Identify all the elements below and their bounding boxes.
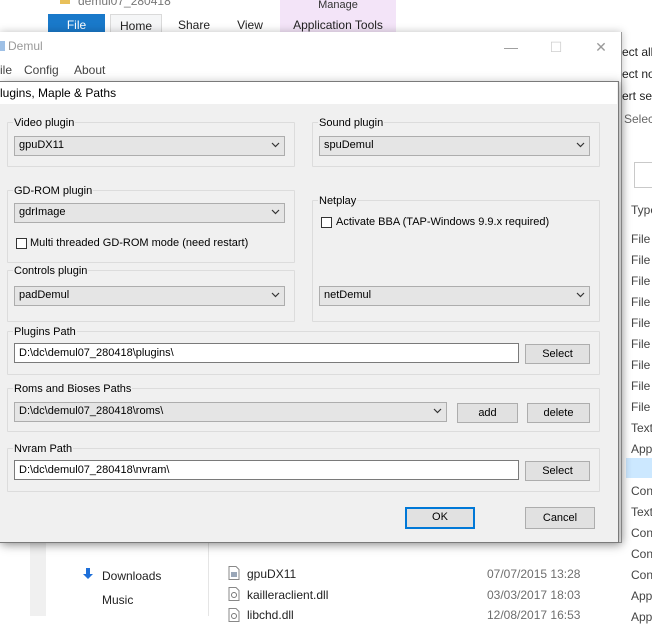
cancel-button[interactable]: Cancel bbox=[525, 507, 595, 529]
chevron-down-icon bbox=[271, 292, 280, 298]
type-cell: App bbox=[631, 589, 652, 603]
nvram-path-label: Nvram Path bbox=[13, 443, 74, 455]
file-date: 07/07/2015 13:28 bbox=[487, 567, 581, 581]
video-plugin-label: Video plugin bbox=[13, 117, 76, 129]
file-icon bbox=[228, 566, 240, 580]
type-cell: Text bbox=[631, 505, 652, 519]
nav-item-music[interactable]: Music bbox=[102, 593, 133, 607]
dll-file-icon bbox=[228, 587, 240, 601]
dialog-title: lugins, Maple & Paths bbox=[0, 86, 117, 100]
maximize-button[interactable]: ☐ bbox=[533, 32, 579, 62]
type-cell: Text bbox=[631, 421, 652, 435]
type-cell: Con bbox=[631, 484, 652, 498]
ribbon-manage-label: Manage bbox=[280, 0, 396, 14]
controls-plugin-label: Controls plugin bbox=[13, 265, 89, 277]
type-cell: File bbox=[631, 232, 651, 246]
file-name[interactable]: libchd.dll bbox=[247, 608, 294, 622]
chevron-down-icon bbox=[576, 292, 585, 298]
file-date: 12/08/2017 16:53 bbox=[487, 608, 581, 622]
video-plugin-value: gpuDX11 bbox=[19, 139, 65, 151]
multithread-gdrom-label[interactable]: Multi threaded GD-ROM mode (need restart… bbox=[30, 237, 248, 249]
nvram-path-value: D:\dc\demul07_280418\nvram\ bbox=[19, 464, 170, 476]
roms-path-select[interactable]: D:\dc\demul07_280418\roms\ bbox=[14, 402, 447, 422]
activate-bba-checkbox[interactable] bbox=[321, 217, 332, 228]
menu-file[interactable]: ile bbox=[0, 63, 12, 77]
netplay-plugin-value: netDemul bbox=[324, 289, 372, 301]
activate-bba-label[interactable]: Activate BBA (TAP-Windows 9.9.x required… bbox=[336, 216, 549, 228]
type-cell: File bbox=[631, 295, 651, 309]
gdrom-plugin-select[interactable]: gdrImage bbox=[14, 203, 285, 223]
folder-icon bbox=[60, 0, 70, 4]
nav-pane-scrollbar[interactable] bbox=[30, 540, 46, 616]
column-header-type[interactable]: Type bbox=[631, 203, 652, 217]
roms-path-value: D:\dc\demul07_280418\roms\ bbox=[19, 405, 164, 417]
minimize-button[interactable]: — bbox=[488, 32, 534, 62]
ribbon-invert-selection[interactable]: ert se bbox=[622, 89, 652, 103]
controls-plugin-select[interactable]: padDemul bbox=[14, 286, 285, 306]
type-cell: App bbox=[631, 610, 652, 624]
type-cell: File bbox=[631, 358, 651, 372]
netplay-label: Netplay bbox=[318, 195, 358, 207]
roms-path-add-button[interactable]: add bbox=[457, 403, 518, 423]
nvram-path-select-button[interactable]: Select bbox=[525, 461, 590, 481]
gdrom-plugin-label: GD-ROM plugin bbox=[13, 185, 94, 197]
type-cell: File bbox=[631, 253, 651, 267]
multithread-gdrom-checkbox[interactable] bbox=[16, 238, 27, 249]
selected-row-highlight bbox=[626, 458, 652, 478]
sound-plugin-value: spuDemul bbox=[324, 139, 374, 151]
sound-plugin-select[interactable]: spuDemul bbox=[319, 136, 590, 156]
chevron-down-icon bbox=[271, 142, 280, 148]
explorer-title: demul07_280418 bbox=[78, 0, 171, 8]
ribbon-select-group-label: Select bbox=[624, 112, 652, 126]
file-date: 03/03/2017 18:03 bbox=[487, 588, 581, 602]
type-cell: File bbox=[631, 337, 651, 351]
menu-config[interactable]: Config bbox=[24, 63, 59, 77]
ribbon-select-none[interactable]: ect no bbox=[622, 67, 652, 81]
type-cell: Con bbox=[631, 568, 652, 582]
plugins-path-field[interactable]: D:\dc\demul07_280418\plugins\ bbox=[14, 343, 519, 363]
type-cell: App bbox=[631, 442, 652, 456]
file-name[interactable]: gpuDX11 bbox=[247, 567, 296, 581]
type-cell: File bbox=[631, 274, 651, 288]
chevron-down-icon bbox=[433, 408, 442, 414]
roms-path-label: Roms and Bioses Paths bbox=[13, 383, 133, 395]
plugins-path-value: D:\dc\demul07_280418\plugins\ bbox=[19, 347, 174, 359]
type-cell: File bbox=[631, 316, 651, 330]
dll-file-icon bbox=[228, 608, 240, 622]
plugins-path-label: Plugins Path bbox=[13, 326, 77, 338]
close-button[interactable]: ✕ bbox=[578, 32, 624, 62]
demul-title: Demul bbox=[8, 39, 43, 53]
chevron-down-icon bbox=[271, 209, 280, 215]
type-cell: Con bbox=[631, 526, 652, 540]
gdrom-plugin-group bbox=[7, 190, 295, 263]
plugins-path-select-button[interactable]: Select bbox=[525, 344, 590, 364]
pane-divider bbox=[208, 540, 209, 616]
sound-plugin-label: Sound plugin bbox=[318, 117, 385, 129]
type-cell: File bbox=[631, 379, 651, 393]
controls-plugin-value: padDemul bbox=[19, 289, 70, 301]
gdrom-plugin-value: gdrImage bbox=[19, 206, 66, 218]
chevron-down-icon bbox=[576, 142, 585, 148]
ribbon-select-all[interactable]: ect all bbox=[622, 45, 652, 59]
demul-app-icon bbox=[0, 41, 5, 51]
search-box-fragment[interactable] bbox=[634, 162, 652, 188]
roms-path-delete-button[interactable]: delete bbox=[527, 403, 590, 423]
type-cell: Con bbox=[631, 547, 652, 561]
downloads-icon bbox=[83, 568, 93, 579]
menu-about[interactable]: About bbox=[74, 63, 105, 77]
nvram-path-field[interactable]: D:\dc\demul07_280418\nvram\ bbox=[14, 460, 519, 480]
file-name[interactable]: kailleraclient.dll bbox=[247, 588, 328, 602]
nav-item-downloads[interactable]: Downloads bbox=[102, 569, 161, 583]
video-plugin-select[interactable]: gpuDX11 bbox=[14, 136, 285, 156]
ok-button[interactable]: OK bbox=[405, 507, 475, 529]
netplay-plugin-select[interactable]: netDemul bbox=[319, 286, 590, 306]
type-cell: File bbox=[631, 400, 651, 414]
